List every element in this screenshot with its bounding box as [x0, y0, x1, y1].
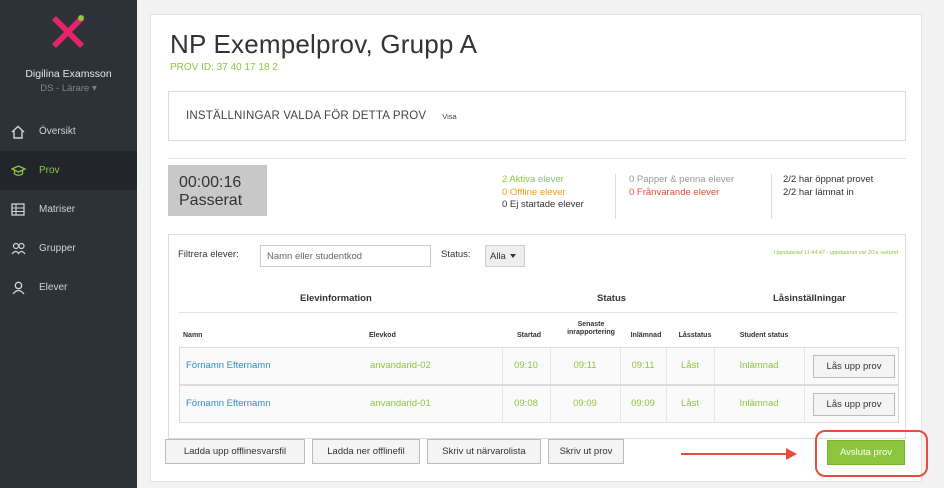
- group-header-status: Status: [597, 293, 627, 304]
- arrow-right-icon: [786, 448, 797, 460]
- student-code: anvandarid-01: [370, 398, 431, 409]
- end-exam-button[interactable]: Avsluta prov: [827, 440, 905, 465]
- divider: [168, 158, 906, 159]
- paper-students: 0 Papper & penna elever: [629, 174, 735, 185]
- caret-down-icon: [509, 254, 516, 258]
- timer-value: 00:00:16: [179, 174, 242, 191]
- student-name-link[interactable]: Förnamn Efternamn: [186, 360, 270, 371]
- started-time: 09:08: [514, 398, 538, 409]
- timer-label: Passerat: [179, 192, 243, 209]
- sidebar-item-label: Elever: [39, 282, 68, 293]
- students-panel: Filtrera elever: Status: Alla Uppdaterad…: [168, 234, 906, 439]
- last-report-time: 09:09: [573, 398, 597, 409]
- table-row: Förnamn Efternamn anvandarid-02 09:10 09…: [179, 347, 899, 385]
- lock-status: Låst: [681, 360, 699, 371]
- group-icon: [9, 240, 27, 258]
- col-header-last-report-line2: inrapportering: [567, 329, 615, 336]
- home-icon: [9, 123, 27, 141]
- status-select[interactable]: Alla: [485, 245, 525, 267]
- filter-label: Filtrera elever:: [178, 249, 239, 260]
- sidebar: Digilina Examsson DS - Lärare ▾ Översikt…: [0, 0, 137, 488]
- col-header-code: Elevkod: [369, 332, 396, 339]
- sidebar-item-label: Matriser: [39, 204, 76, 215]
- print-attendance-button[interactable]: Skriv ut närvarolista: [427, 439, 541, 464]
- student-status: Inlämnad: [739, 398, 779, 409]
- table-row: Förnamn Efternamn anvandarid-01 09:08 09…: [179, 385, 899, 423]
- prov-id: PROV ID: 37 40 17 18 2: [170, 62, 278, 73]
- student-stats-other: 0 Papper & penna elever 0 Frånvarande el…: [615, 174, 734, 219]
- digilina-logo-icon: [52, 15, 84, 48]
- sidebar-item-oversikt[interactable]: Översikt: [0, 112, 137, 151]
- unlock-exam-button[interactable]: Lås upp prov: [813, 355, 895, 378]
- timer-box: 00:00:16 Passerat: [168, 165, 267, 216]
- submitted-count: 2/2 har lämnat in: [783, 186, 854, 198]
- group-header-lock: Låsinställningar: [773, 293, 846, 304]
- col-header-name: Namn: [183, 332, 203, 339]
- col-header-last-report-line1: Senaste: [577, 321, 605, 328]
- sidebar-nav: Översikt Prov Matriser Grupper Elever: [0, 112, 137, 307]
- col-header-submitted: Inlämnad: [630, 332, 662, 339]
- status-select-value: Alla: [490, 250, 506, 262]
- user-role-label: DS - Lärare: [40, 83, 90, 94]
- student-status: Inlämnad: [739, 360, 779, 371]
- show-settings-link[interactable]: Visa: [442, 112, 456, 121]
- sidebar-item-matriser[interactable]: Matriser: [0, 190, 137, 229]
- sidebar-item-label: Översikt: [39, 126, 76, 137]
- col-header-started: Startad: [516, 332, 542, 339]
- grid-icon: [9, 201, 27, 219]
- filter-input[interactable]: [260, 245, 431, 267]
- divider: [804, 386, 805, 422]
- last-report-time: 09:11: [573, 360, 597, 371]
- upload-offline-button[interactable]: Ladda upp offlinesvarsfil: [165, 439, 305, 464]
- update-notice: Uppdaterad 11:44:47 - uppdateras var 20:…: [773, 250, 898, 256]
- col-header-last-report: Senaste inrapportering: [559, 321, 623, 337]
- lock-status: Låst: [681, 398, 699, 409]
- divider: [804, 348, 805, 384]
- settings-title: INSTÄLLNINGAR VALDA FÖR DETTA PROV: [186, 110, 427, 122]
- user-icon: [9, 279, 27, 297]
- sidebar-item-elever[interactable]: Elever: [0, 268, 137, 307]
- absent-students: 0 Frånvarande elever: [629, 186, 720, 198]
- sidebar-item-grupper[interactable]: Grupper: [0, 229, 137, 268]
- student-code: anvandarid-02: [370, 360, 431, 371]
- sidebar-item-label: Prov: [39, 165, 60, 176]
- sidebar-item-prov[interactable]: Prov: [0, 151, 137, 190]
- settings-panel: INSTÄLLNINGAR VALDA FÖR DETTA PROV Visa: [168, 91, 906, 141]
- offline-students: 0 Offline elever: [502, 186, 566, 198]
- divider: [179, 312, 897, 313]
- col-header-lock-status: Låsstatus: [678, 332, 712, 339]
- student-stats-active: 2 Aktiva elever 0 Offline elever 0 Ej st…: [502, 174, 584, 212]
- not-started-students: 0 Ej startade elever: [502, 199, 584, 210]
- student-name-link[interactable]: Förnamn Efternamn: [186, 398, 270, 409]
- active-students: 2 Aktiva elever: [502, 174, 564, 185]
- graduation-cap-icon: [9, 162, 27, 180]
- submitted-time: 09:09: [631, 398, 655, 409]
- user-role-dropdown[interactable]: DS - Lärare ▾: [0, 83, 137, 94]
- user-name: Digilina Examsson: [25, 68, 112, 80]
- page-title: NP Exempelprov, Grupp A: [170, 29, 478, 59]
- started-time: 09:10: [514, 360, 538, 371]
- sidebar-item-label: Grupper: [39, 243, 76, 254]
- print-exam-button[interactable]: Skriv ut prov: [548, 439, 624, 464]
- exam-card: NP Exempelprov, Grupp A PROV ID: 37 40 1…: [150, 14, 922, 482]
- student-stats-progress: 2/2 har öppnat provet 2/2 har lämnat in: [771, 174, 873, 219]
- opened-count: 2/2 har öppnat provet: [783, 174, 874, 185]
- group-header-elevinfo: Elevinformation: [300, 293, 372, 304]
- download-offline-button[interactable]: Ladda ner offlinefil: [312, 439, 420, 464]
- status-label: Status:: [441, 249, 471, 260]
- unlock-exam-button[interactable]: Lås upp prov: [813, 393, 895, 416]
- col-header-student-status: Student status: [739, 332, 789, 339]
- annotation-arrow: [681, 453, 789, 455]
- submitted-time: 09:11: [631, 360, 655, 371]
